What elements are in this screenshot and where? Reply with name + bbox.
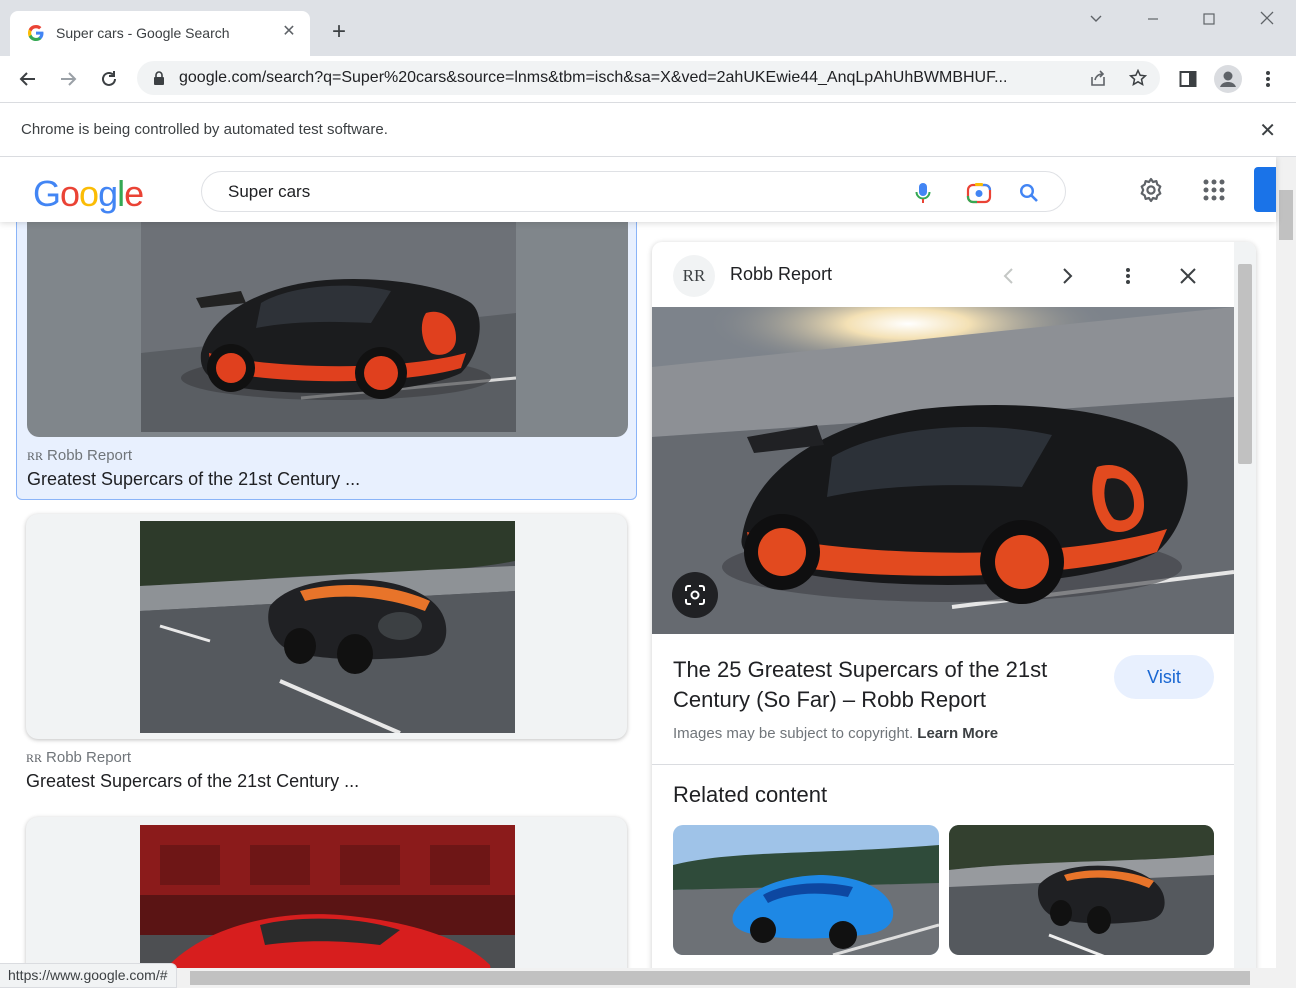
close-panel-icon[interactable] [1172, 260, 1204, 292]
logo-letter: e [124, 173, 144, 214]
logo-letter: G [33, 173, 61, 214]
infobar-message: Chrome is being controlled by automated … [21, 121, 388, 138]
panel-scrollbar[interactable] [1234, 242, 1256, 982]
address-bar[interactable]: google.com/search?q=Super%20cars&source=… [137, 61, 1160, 95]
source-name[interactable]: Robb Report [730, 264, 832, 285]
visit-button[interactable]: Visit [1114, 655, 1214, 699]
page-scrollbar-thumb[interactable] [1279, 190, 1293, 240]
apps-grid-icon[interactable] [1199, 175, 1229, 205]
page-scrollbar[interactable] [1276, 157, 1296, 988]
logo-letter: g [98, 173, 118, 214]
bookmark-star-icon[interactable] [1127, 67, 1149, 89]
source-logo: RR [27, 449, 44, 463]
result-image-frame[interactable] [27, 222, 628, 437]
blue-bugatti-image[interactable] [673, 825, 939, 955]
bugatti-chiron-image[interactable] [140, 521, 515, 733]
next-image-icon[interactable] [1052, 260, 1084, 292]
lock-icon[interactable] [151, 70, 167, 86]
more-options-icon[interactable] [1112, 260, 1144, 292]
logo-letter: o [79, 173, 99, 214]
page-content: Google Super cars RR Robb Report Greates… [0, 157, 1296, 988]
search-input[interactable]: Super cars [201, 171, 1066, 212]
bugatti-veyron-image[interactable] [141, 222, 516, 432]
related-image[interactable] [673, 825, 939, 955]
maximize-icon[interactable] [1195, 8, 1223, 34]
settings-gear-icon[interactable] [1136, 175, 1166, 205]
preview-title[interactable]: The 25 Greatest Supercars of the 21st Ce… [673, 655, 1093, 715]
related-image[interactable] [949, 825, 1214, 955]
voice-search-icon[interactable] [910, 180, 936, 206]
result-source[interactable]: RR Robb Report [26, 749, 131, 766]
preview-image[interactable] [652, 307, 1234, 634]
minimize-icon[interactable] [1139, 8, 1167, 34]
black-bugatti-image[interactable] [949, 825, 1214, 955]
learn-more-link[interactable]: Learn More [917, 725, 998, 742]
browser-menu-icon[interactable] [1252, 63, 1284, 95]
previous-image-icon[interactable] [992, 260, 1024, 292]
source-name: Robb Report [46, 749, 132, 766]
google-header: Google Super cars [0, 157, 1276, 222]
result-title[interactable]: Greatest Supercars of the 21st Century .… [26, 771, 359, 792]
profile-avatar-icon[interactable] [1212, 63, 1244, 95]
section-divider [652, 764, 1234, 765]
status-bubble: https://www.google.com/# [0, 963, 177, 988]
google-favicon-icon [28, 25, 44, 41]
source-name: Robb Report [47, 447, 133, 464]
copyright-notice: Images may be subject to copyright. Lear… [673, 725, 998, 742]
tab-strip: Super cars - Google Search ✕ + [0, 0, 1296, 56]
reload-icon[interactable] [93, 63, 125, 95]
result-image-frame[interactable] [26, 514, 627, 739]
ferrari-image[interactable] [140, 825, 515, 988]
horizontal-scrollbar-thumb[interactable] [190, 971, 1250, 985]
image-results: RR Robb Report Greatest Supercars of the … [0, 222, 645, 988]
window-close-icon[interactable] [1253, 8, 1281, 34]
result-source[interactable]: RR Robb Report [27, 447, 132, 464]
automation-infobar: Chrome is being controlled by automated … [0, 102, 1296, 157]
tab-title: Super cars - Google Search [56, 25, 230, 41]
result-title[interactable]: Greatest Supercars of the 21st Century .… [27, 469, 360, 490]
panel-scrollbar-thumb[interactable] [1238, 264, 1252, 464]
lens-icon [685, 585, 705, 605]
logo-letter: o [60, 173, 80, 214]
back-icon[interactable] [12, 63, 44, 95]
bugatti-veyron-large-image[interactable] [652, 307, 1234, 634]
source-logo: RR [26, 751, 43, 765]
tab-close-icon[interactable]: ✕ [280, 23, 298, 41]
image-preview-panel: RR Robb Report The 25 Greatest Supercars… [652, 242, 1256, 982]
infobar-close-icon[interactable]: ✕ [1259, 118, 1276, 143]
search-query-text[interactable]: Super cars [228, 182, 310, 202]
lens-search-button[interactable] [672, 572, 718, 618]
copyright-text: Images may be subject to copyright. [673, 725, 914, 742]
url-text[interactable]: google.com/search?q=Super%20cars&source=… [179, 69, 1079, 87]
google-logo[interactable]: Google [33, 173, 144, 215]
new-tab-icon[interactable]: + [326, 19, 352, 45]
image-result-card[interactable]: RR Robb Report Greatest Supercars of the … [16, 514, 637, 799]
related-content-heading: Related content [673, 782, 828, 807]
browser-tab[interactable]: Super cars - Google Search ✕ [10, 11, 310, 56]
forward-icon[interactable] [52, 63, 84, 95]
sign-in-button[interactable] [1254, 167, 1276, 212]
side-panel-icon[interactable] [1172, 63, 1204, 95]
browser-toolbar: google.com/search?q=Super%20cars&source=… [0, 56, 1296, 102]
tab-search-chevron-icon[interactable] [1082, 8, 1110, 34]
search-icon[interactable] [1016, 180, 1042, 206]
share-icon[interactable] [1087, 67, 1109, 89]
lens-camera-icon[interactable] [966, 180, 992, 206]
image-result-card[interactable]: RR Robb Report Greatest Supercars of the … [16, 222, 637, 500]
horizontal-scrollbar[interactable] [0, 968, 1276, 988]
source-logo[interactable]: RR [673, 255, 715, 297]
